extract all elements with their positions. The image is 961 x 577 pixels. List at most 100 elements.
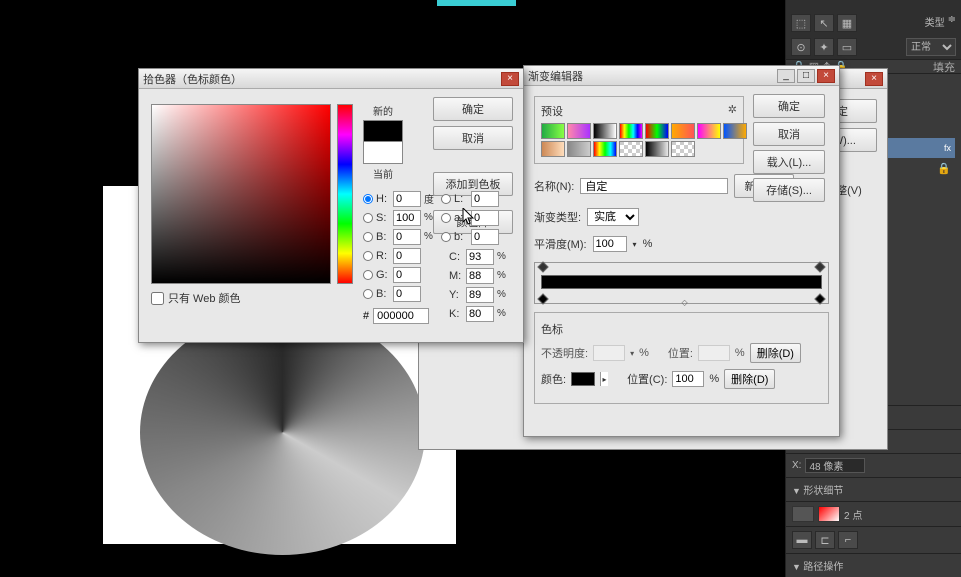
- opacity-stop[interactable]: [814, 261, 825, 272]
- preset-swatch[interactable]: [619, 141, 643, 157]
- preset-label: 预设: [541, 103, 563, 119]
- a-radio[interactable]: [441, 213, 451, 223]
- gradient-titlebar[interactable]: 渐变编辑器 _ □ ×: [524, 66, 839, 86]
- hex-input[interactable]: [373, 308, 429, 324]
- color-stop[interactable]: [537, 293, 548, 304]
- preset-swatch[interactable]: [671, 141, 695, 157]
- current-color-swatch[interactable]: [363, 142, 403, 164]
- y-input[interactable]: [466, 287, 494, 303]
- gradient-load-button[interactable]: 载入(L)...: [753, 150, 825, 174]
- panel-icon[interactable]: ▭: [837, 38, 857, 56]
- current-label: 当前: [363, 166, 403, 181]
- preset-swatch[interactable]: [593, 123, 617, 139]
- gradient-presets[interactable]: [541, 123, 737, 157]
- hue-slider[interactable]: [337, 104, 353, 284]
- close-icon[interactable]: ×: [865, 72, 883, 86]
- color-stop[interactable]: [814, 293, 825, 304]
- g-radio[interactable]: [363, 270, 373, 280]
- preset-swatch[interactable]: [723, 123, 747, 139]
- picker-cancel-button[interactable]: 取消: [433, 126, 513, 150]
- shape-detail-heading[interactable]: 形状细节: [803, 486, 843, 497]
- preset-frame: 预设 ✲: [534, 96, 744, 164]
- bc-input[interactable]: [393, 286, 421, 302]
- r-input[interactable]: [393, 248, 421, 264]
- gradient-editor-dialog: 渐变编辑器 _ □ × 预设 ✲: [523, 65, 840, 437]
- minimize-icon[interactable]: _: [777, 69, 795, 83]
- gradient-cancel-button[interactable]: 取消: [753, 122, 825, 146]
- m-input[interactable]: [466, 268, 494, 284]
- delete-color-stop-button[interactable]: 删除(D): [724, 369, 775, 389]
- stop-color-chip[interactable]: [571, 372, 595, 386]
- picker-titlebar[interactable]: 拾色器（色标颜色） ×: [139, 69, 523, 89]
- a-input[interactable]: [471, 210, 499, 226]
- l-radio[interactable]: [441, 194, 451, 204]
- l-input[interactable]: [471, 191, 499, 207]
- fill-swatch[interactable]: [792, 506, 814, 522]
- color-position-input[interactable]: [672, 371, 704, 387]
- preset-swatch[interactable]: [645, 141, 669, 157]
- close-icon[interactable]: ×: [501, 72, 519, 86]
- preset-swatch[interactable]: [541, 123, 565, 139]
- align-icon[interactable]: ▬: [792, 531, 812, 549]
- join-icon[interactable]: ⌐: [838, 531, 858, 549]
- lock-icon: 🔒: [937, 162, 951, 175]
- color-field[interactable]: [151, 104, 331, 284]
- gradient-ok-button[interactable]: 确定: [753, 94, 825, 118]
- preset-swatch[interactable]: [671, 123, 695, 139]
- chevron-right-icon[interactable]: ▸: [600, 372, 608, 386]
- k-input[interactable]: [466, 306, 494, 322]
- preset-swatch[interactable]: [567, 141, 591, 157]
- cap-icon[interactable]: ⊏: [815, 531, 835, 549]
- active-tab-indicator: [437, 0, 516, 6]
- gradient-save-button[interactable]: 存储(S)...: [753, 178, 825, 202]
- h-input[interactable]: [393, 191, 421, 207]
- x-input[interactable]: [805, 458, 865, 473]
- preset-swatch[interactable]: [567, 123, 591, 139]
- gear-icon[interactable]: ✲: [728, 103, 737, 119]
- preset-swatch[interactable]: [645, 123, 669, 139]
- gradient-bar[interactable]: ◇: [534, 262, 829, 304]
- gradient-name-input[interactable]: [580, 178, 728, 194]
- delete-opacity-stop-button[interactable]: 删除(D): [750, 343, 801, 363]
- gradient-preview-bar[interactable]: [541, 275, 822, 289]
- wand-tool-icon[interactable]: ✦: [814, 38, 834, 56]
- h-radio[interactable]: [363, 194, 373, 204]
- color-picker-dialog: 拾色器（色标颜色） × 新的 当前 确定 取消 添加到色板 颜色库 H:度 S:…: [138, 68, 524, 343]
- close-icon[interactable]: ×: [817, 69, 835, 83]
- ellipse-shape[interactable]: [140, 310, 425, 555]
- web-only-label: 只有 Web 颜色: [168, 290, 241, 306]
- stops-heading: 色标: [541, 321, 822, 337]
- grid-icon[interactable]: ▦: [837, 14, 857, 32]
- marquee-tool-icon[interactable]: ⬚: [791, 14, 811, 32]
- gradient-type-select[interactable]: 实底: [587, 208, 639, 226]
- b-input[interactable]: [393, 229, 421, 245]
- preset-swatch[interactable]: [697, 123, 721, 139]
- bc-radio[interactable]: [363, 289, 373, 299]
- b-radio[interactable]: [363, 232, 373, 242]
- move-tool-icon[interactable]: ↖: [814, 14, 834, 32]
- s-input[interactable]: [393, 210, 421, 226]
- s-radio[interactable]: [363, 213, 373, 223]
- lasso-tool-icon[interactable]: ⊙: [791, 38, 811, 56]
- path-ops-heading[interactable]: 路径操作: [803, 562, 843, 573]
- fx-badge[interactable]: fx: [944, 143, 951, 153]
- smoothness-input[interactable]: [593, 236, 627, 252]
- blend-mode-select[interactable]: 正常: [906, 38, 956, 56]
- cmyk-inputs: C:% M:% Y:% K:%: [449, 247, 511, 323]
- web-only-checkbox[interactable]: [151, 292, 164, 305]
- lb-radio[interactable]: [441, 232, 451, 242]
- midpoint-marker[interactable]: ◇: [682, 298, 688, 307]
- c-input[interactable]: [466, 249, 494, 265]
- preset-swatch[interactable]: [619, 123, 643, 139]
- stroke-width[interactable]: 2 点: [844, 507, 862, 522]
- r-radio[interactable]: [363, 251, 373, 261]
- opacity-label: 不透明度:: [541, 345, 588, 361]
- picker-ok-button[interactable]: 确定: [433, 97, 513, 121]
- stroke-swatch[interactable]: [818, 506, 840, 522]
- g-input[interactable]: [393, 267, 421, 283]
- preset-swatch[interactable]: [541, 141, 565, 157]
- lb-input[interactable]: [471, 229, 499, 245]
- preset-swatch[interactable]: [593, 141, 617, 157]
- maximize-icon[interactable]: □: [797, 69, 815, 83]
- opacity-stop[interactable]: [537, 261, 548, 272]
